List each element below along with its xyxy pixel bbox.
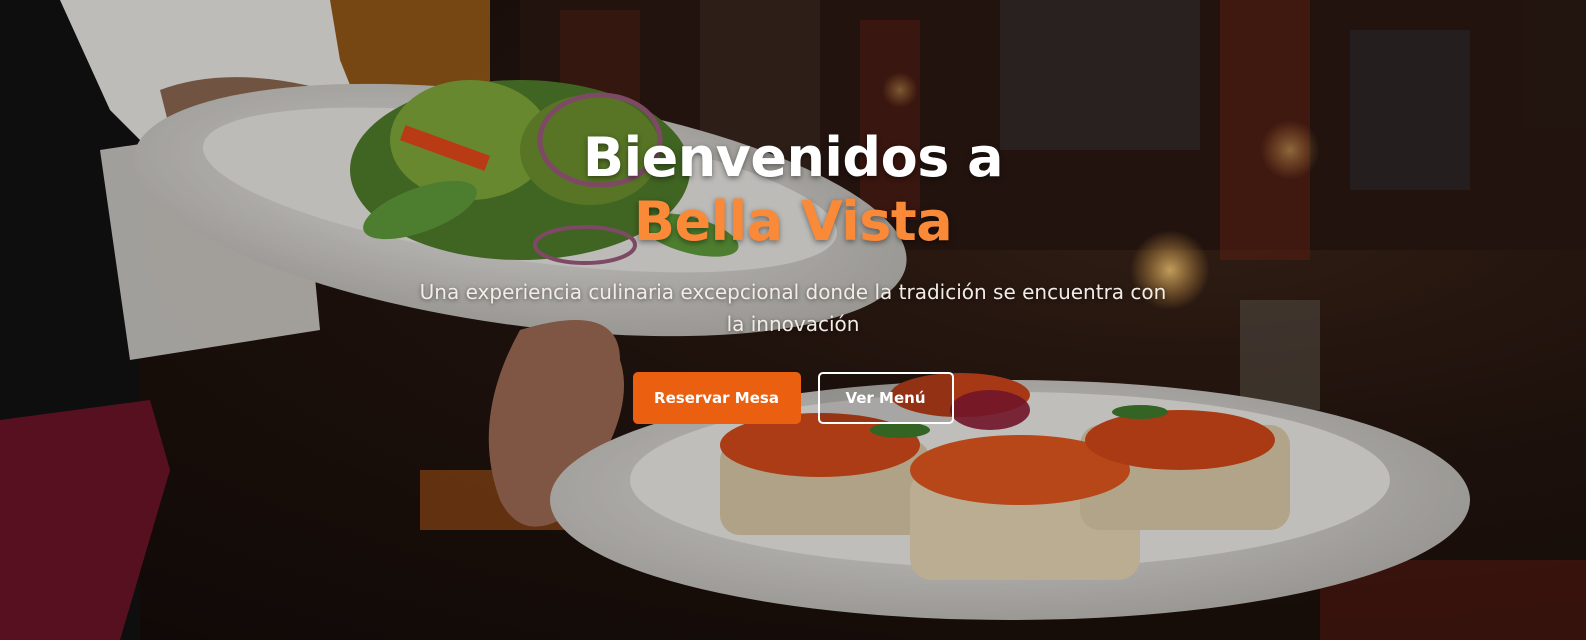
hero-title: Bienvenidos a Bella Vista	[582, 126, 1004, 254]
hero-title-line: Bienvenidos a	[582, 126, 1004, 189]
brand-name: Bella Vista	[633, 190, 953, 253]
reserve-table-button[interactable]: Reservar Mesa	[632, 372, 801, 424]
hero-actions: Reservar Mesa Ver Menú	[632, 372, 954, 424]
hero-content: Bienvenidos a Bella Vista Una experienci…	[0, 0, 1586, 640]
hero-section: Bienvenidos a Bella Vista Una experienci…	[0, 0, 1586, 640]
hero-subtitle: Una experiencia culinaria excepcional do…	[419, 280, 1167, 336]
view-menu-button[interactable]: Ver Menú	[817, 372, 954, 424]
